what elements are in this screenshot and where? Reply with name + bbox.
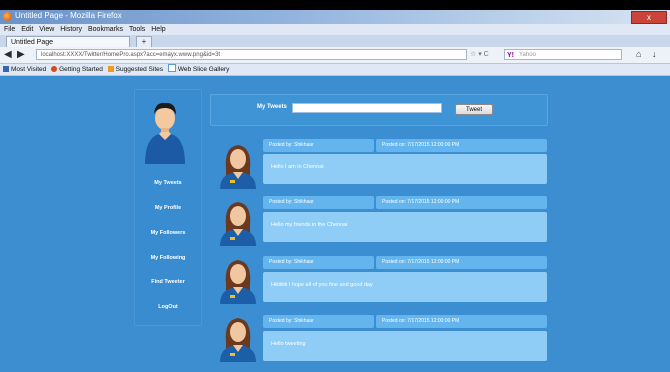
compose-bar: My Tweets Tweet (210, 94, 548, 126)
menu-edit[interactable]: Edit (21, 24, 33, 35)
post-text: Hello tweeting (263, 331, 547, 361)
sidebar-item-my-following[interactable]: My Following (134, 255, 202, 261)
menu-file[interactable]: File (4, 24, 15, 35)
web-slice-icon (167, 64, 176, 72)
home-icon[interactable]: ⌂ (636, 49, 641, 59)
bookmark-web-slice-gallery[interactable]: Web Slice Gallery (167, 64, 230, 75)
user-avatar (145, 102, 185, 164)
menu-history[interactable]: History (60, 24, 82, 35)
search-box[interactable]: Y! Yahoo (504, 49, 622, 60)
post-author: Posted by: Shikhaar (263, 256, 374, 269)
forward-button[interactable]: ▶ (17, 49, 25, 60)
post-text: Hiiiiiiiiii I hope all of you fine and g… (263, 272, 547, 302)
bookmarks-toolbar: Most Visited Getting Started Suggested S… (0, 64, 670, 76)
post-avatar (220, 318, 256, 362)
sidebar-item-find-tweeter[interactable]: Find Tweeter (134, 279, 202, 285)
bookmark-label: Suggested Sites (115, 66, 163, 73)
most-visited-icon (3, 66, 9, 72)
bookmark-label: Getting Started (59, 66, 103, 73)
sidebar-item-my-followers[interactable]: My Followers (134, 230, 202, 236)
post-avatar (220, 202, 256, 246)
post-text: Hello I am in Chennai (263, 154, 547, 184)
tab-bar: Untitled Page + (0, 35, 670, 48)
firefox-icon (3, 12, 12, 21)
download-icon[interactable]: ↓ (652, 49, 657, 59)
suggested-sites-icon (107, 66, 114, 72)
bookmark-most-visited[interactable]: Most Visited (3, 64, 46, 75)
post-avatar (220, 145, 256, 189)
post-text: Hello my friends in the Chennai (263, 212, 547, 242)
menu-tools[interactable]: Tools (129, 24, 145, 35)
post-timestamp: Posted on: 7/17/2015 12:00:00 PM (376, 256, 547, 269)
post-timestamp: Posted on: 7/17/2015 12:00:00 PM (376, 139, 547, 152)
sidebar-item-my-profile[interactable]: My Profile (134, 205, 202, 211)
menu-view[interactable]: View (39, 24, 54, 35)
yahoo-search-icon: Y! (507, 52, 514, 59)
window-title: Untitled Page - Mozilla Firefox (15, 11, 122, 20)
compose-label: My Tweets (257, 104, 287, 110)
menu-bar: File Edit View History Bookmarks Tools H… (0, 24, 670, 35)
url-bar-icons[interactable]: ☆ ▾ C (470, 50, 489, 58)
post-author: Posted by: Shikhaar (263, 196, 374, 209)
screen-top-border (0, 0, 670, 10)
bookmark-suggested-sites[interactable]: Suggested Sites (107, 64, 163, 75)
search-placeholder: Yahoo (519, 52, 536, 58)
post-timestamp: Posted on: 7/17/2015 12:00:00 PM (376, 196, 547, 209)
close-window-button[interactable]: x (631, 11, 667, 24)
navigation-toolbar: ◀ ▶ localhost:XXXX/Twitter/HomePro.aspx?… (0, 47, 670, 64)
bookmark-label: Most Visited (11, 66, 47, 73)
url-bar[interactable]: localhost:XXXX/Twitter/HomePro.aspx?acc=… (36, 49, 467, 60)
post-author: Posted by: Shikhaar (263, 139, 374, 152)
post-timestamp: Posted on: 7/17/2015 12:00:00 PM (376, 315, 547, 328)
tweet-button[interactable]: Tweet (455, 104, 493, 115)
menu-bookmarks[interactable]: Bookmarks (88, 24, 123, 35)
post-avatar (220, 260, 256, 304)
menu-help[interactable]: Help (151, 24, 165, 35)
sidebar-item-my-tweets[interactable]: My Tweets (134, 180, 202, 186)
bookmark-label: Web Slice Gallery (177, 66, 230, 73)
post-author: Posted by: Shikhaar (263, 315, 374, 328)
tab-untitled-page[interactable]: Untitled Page (6, 36, 130, 47)
bookmark-getting-started[interactable]: Getting Started (51, 64, 103, 75)
getting-started-icon (51, 66, 58, 72)
sidebar-item-logout[interactable]: LogOut (134, 304, 202, 310)
window-titlebar: Untitled Page - Mozilla Firefox x (0, 10, 670, 24)
back-button[interactable]: ◀ (4, 49, 12, 60)
tweet-input[interactable] (292, 103, 442, 113)
